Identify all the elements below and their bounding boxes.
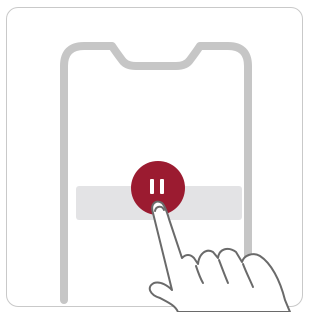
- tap-pause-illustration: [60, 42, 291, 312]
